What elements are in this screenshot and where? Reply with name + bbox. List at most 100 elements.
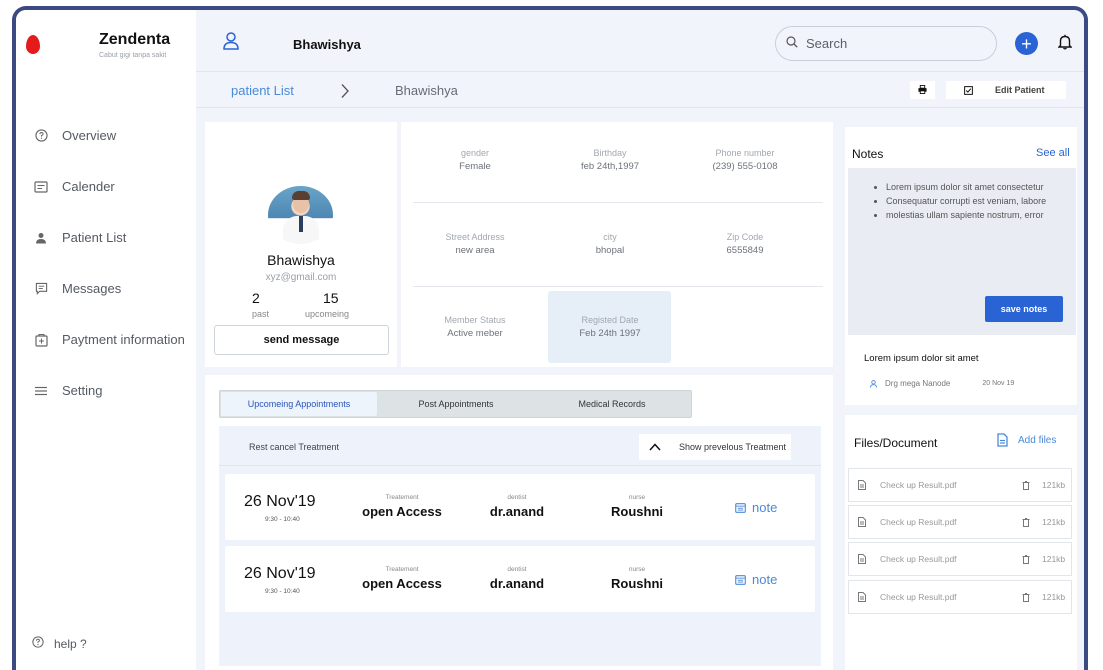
notes-card: Notes See all Lorem ipsum dolor sit amet… xyxy=(845,127,1077,405)
trash-icon[interactable] xyxy=(1022,480,1030,490)
file-row[interactable]: Check up Result.pdf 121kb xyxy=(848,468,1072,502)
save-notes-button[interactable]: save notes xyxy=(985,296,1063,322)
trash-icon[interactable] xyxy=(1022,517,1030,527)
detail-value: (239) 555-0108 xyxy=(712,161,778,172)
file-icon xyxy=(858,480,866,490)
sidebar-item-setting[interactable]: Setting xyxy=(16,365,196,416)
note-item-meta: Drg mega Nanode 20 Nov 19 xyxy=(870,379,1014,388)
appointment-row: 26 Nov'19 9:30 - 10:40 Treatement open A… xyxy=(225,546,815,612)
question-circle-icon xyxy=(34,129,48,143)
list-item: Lorem ipsum dolor sit amet consectetur xyxy=(886,180,1066,194)
trash-icon[interactable] xyxy=(1022,554,1030,564)
appointment-dentist: dentist dr.anand xyxy=(477,566,557,591)
divider xyxy=(413,286,823,287)
note-item-title: Lorem ipsum dolor sit amet xyxy=(864,353,979,364)
sidebar-item-patient-list[interactable]: Patient List xyxy=(16,212,196,263)
sidebar-item-label: Patient List xyxy=(62,230,127,245)
edit-patient-button[interactable]: Edit Patient xyxy=(946,81,1066,99)
search-icon xyxy=(786,35,798,53)
tab-medical-records[interactable]: Medical Records xyxy=(534,391,690,417)
show-previous-treatment-button[interactable]: Show prevelous Treatment xyxy=(639,434,791,460)
note-calendar-icon xyxy=(735,574,746,585)
detail-birthday: Birthday feb 24th,1997 xyxy=(542,148,678,172)
detail-phone: Phone number (239) 555-0108 xyxy=(677,148,813,172)
app-window: Zendenta Cabut gigi tanpa sakit Overview… xyxy=(12,6,1088,670)
notes-title: Notes xyxy=(852,147,884,161)
column-label: dentist xyxy=(507,566,527,573)
sidebar-item-label: Setting xyxy=(62,383,103,398)
detail-value: bhopal xyxy=(595,245,625,256)
add-files-label: Add files xyxy=(1018,434,1057,446)
detail-label: Phone number xyxy=(715,148,775,158)
column-value: open Access xyxy=(362,504,442,519)
appointment-dentist: dentist dr.anand xyxy=(477,494,557,519)
past-count: 2 xyxy=(252,290,260,306)
appointment-date: 26 Nov'19 xyxy=(244,493,316,510)
detail-label: Birthday xyxy=(593,148,627,158)
add-files-button[interactable]: Add files xyxy=(997,433,1056,447)
search-input[interactable] xyxy=(806,36,976,51)
file-row[interactable]: Check up Result.pdf 121kb xyxy=(848,542,1072,576)
sidebar-item-calender[interactable]: Calender xyxy=(16,161,196,212)
trash-icon[interactable] xyxy=(1022,592,1030,602)
file-size: 121kb xyxy=(1042,480,1066,490)
file-icon xyxy=(858,592,866,602)
edit-checkbox-icon xyxy=(964,85,973,95)
detail-value: 6555849 xyxy=(726,245,764,256)
patient-email: xyz@gmail.com xyxy=(265,272,337,283)
sidebar-nav: Overview Calender Patient List Messages xyxy=(16,110,196,416)
upcoming-count: 15 xyxy=(323,290,339,306)
column-value: Roushni xyxy=(611,576,663,591)
file-row[interactable]: Check up Result.pdf 121kb xyxy=(848,580,1072,614)
send-message-button[interactable]: send message xyxy=(214,325,389,355)
sidebar-item-payment-information[interactable]: Paytment information xyxy=(16,314,196,365)
edit-patient-label: Edit Patient xyxy=(995,85,1045,95)
chevron-right-icon xyxy=(340,83,350,104)
bell-icon[interactable] xyxy=(1057,34,1073,55)
sidebar: Zendenta Cabut gigi tanpa sakit Overview… xyxy=(16,10,196,670)
sidebar-item-label: Messages xyxy=(62,281,122,296)
column-value: open Access xyxy=(362,576,442,591)
breadcrumb-patient-list[interactable]: patient List xyxy=(231,83,294,98)
note-calendar-icon xyxy=(735,502,746,513)
breadcrumb: patient List Bhawishya Edit Patient xyxy=(196,73,1084,108)
detail-label: city xyxy=(603,232,617,242)
search-box[interactable] xyxy=(775,26,997,61)
upcoming-label: upcomeing xyxy=(305,309,350,319)
appointment-time: 9:30 - 10:40 xyxy=(265,516,300,523)
note-bullet-list: Lorem ipsum dolor sit amet consectetur C… xyxy=(866,180,1066,222)
detail-value: feb 24th,1997 xyxy=(580,161,640,172)
note-link[interactable]: note xyxy=(735,500,777,515)
note-editor[interactable]: Lorem ipsum dolor sit amet consectetur C… xyxy=(848,168,1076,335)
sidebar-item-overview[interactable]: Overview xyxy=(16,110,196,161)
help-link[interactable]: help ? xyxy=(32,636,87,651)
file-name: Check up Result.pdf xyxy=(880,480,957,490)
add-button[interactable]: + xyxy=(1015,32,1038,55)
note-link[interactable]: note xyxy=(735,572,777,587)
tab-upcoming-appointments[interactable]: Upcomeing Appointments xyxy=(221,392,377,416)
file-name: Check up Result.pdf xyxy=(880,554,957,564)
see-all-link[interactable]: See all xyxy=(1036,147,1070,159)
user-outline-icon[interactable] xyxy=(223,32,239,55)
column-label: Treatement xyxy=(385,566,419,573)
appointment-treatment: Treatement open Access xyxy=(355,566,449,591)
appointment-date: 26 Nov'19 xyxy=(244,565,316,582)
appointment-list: Rest cancel Treatment Show prevelous Tre… xyxy=(219,426,821,666)
brand-name: Zendenta xyxy=(99,31,171,48)
file-row[interactable]: Check up Result.pdf 121kb xyxy=(848,505,1072,539)
list-item: Consequatur corrupti est veniam, labore xyxy=(886,194,1066,208)
patient-profile-card: Bhawishya xyz@gmail.com 2 past 15 upcome… xyxy=(205,122,397,367)
note-date: 20 Nov 19 xyxy=(982,380,1015,387)
menu-lines-icon xyxy=(34,384,48,398)
detail-zip: Zip Code 6555849 xyxy=(677,232,813,256)
logo-drop-icon xyxy=(26,35,40,54)
detail-value: Active meber xyxy=(447,328,503,339)
print-button[interactable] xyxy=(910,81,935,99)
add-file-icon xyxy=(997,433,1008,447)
past-label: past xyxy=(252,309,270,319)
tab-post-appointments[interactable]: Post Appointments xyxy=(378,391,534,417)
sidebar-item-messages[interactable]: Messages xyxy=(16,263,196,314)
file-size: 121kb xyxy=(1042,554,1066,564)
avatar xyxy=(268,186,333,244)
divider xyxy=(413,202,823,203)
